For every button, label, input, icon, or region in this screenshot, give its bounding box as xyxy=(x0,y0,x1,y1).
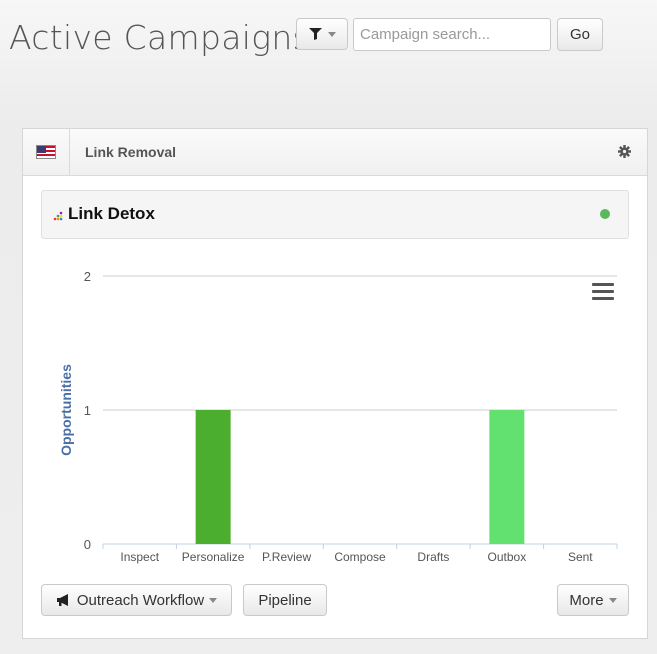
x-tick-label: Outbox xyxy=(488,550,527,564)
x-tick-label: Compose xyxy=(334,550,386,564)
filter-button[interactable] xyxy=(296,18,348,50)
go-button[interactable]: Go xyxy=(557,18,603,51)
status-indicator xyxy=(600,209,610,219)
flag-cell xyxy=(23,129,70,175)
x-tick-label: Inspect xyxy=(120,550,159,564)
us-flag-icon xyxy=(36,145,56,159)
x-tick-label: Personalize xyxy=(182,550,245,564)
pipeline-button[interactable]: Pipeline xyxy=(243,584,327,616)
outreach-workflow-button[interactable]: Outreach Workflow xyxy=(41,584,232,616)
gear-icon[interactable] xyxy=(615,142,633,160)
campaign-name: Link Removal xyxy=(85,144,177,160)
link-detox-logo-icon xyxy=(53,211,63,221)
x-tick-label: P.Review xyxy=(262,550,311,564)
bar xyxy=(489,410,525,544)
y-tick-label: 2 xyxy=(84,269,91,284)
card-header: Link Removal xyxy=(23,129,647,176)
chevron-down-icon xyxy=(608,597,617,603)
x-tick-label: Drafts xyxy=(417,550,449,564)
chevron-down-icon xyxy=(209,597,218,603)
x-tick-label: Sent xyxy=(568,550,593,564)
campaign-card: Link Removal Link Detox 0 1 2 Inspect Pe… xyxy=(22,128,648,639)
chart-menu-icon[interactable] xyxy=(592,283,614,301)
more-button[interactable]: More xyxy=(557,584,629,616)
filter-icon xyxy=(308,28,322,40)
outreach-workflow-label: Outreach Workflow xyxy=(76,591,205,609)
y-tick-label: 0 xyxy=(84,537,91,552)
tool-box: Link Detox xyxy=(41,190,629,239)
page-title: Active Campaigns xyxy=(9,18,311,57)
tool-name: Link Detox xyxy=(68,204,155,223)
chart-svg: 0 1 2 Inspect Personalize P.Review Compose Draf… xyxy=(58,269,618,564)
pipeline-chart: 0 1 2 Inspect Personalize P.Review Compose Draf… xyxy=(41,265,629,577)
chevron-down-icon xyxy=(327,31,336,37)
bar xyxy=(195,410,231,544)
more-label: More xyxy=(569,591,604,609)
megaphone-icon xyxy=(56,594,68,606)
campaign-search-input[interactable] xyxy=(353,18,551,51)
y-tick-label: 1 xyxy=(84,403,91,418)
y-axis-label: Opportunities xyxy=(58,364,74,456)
